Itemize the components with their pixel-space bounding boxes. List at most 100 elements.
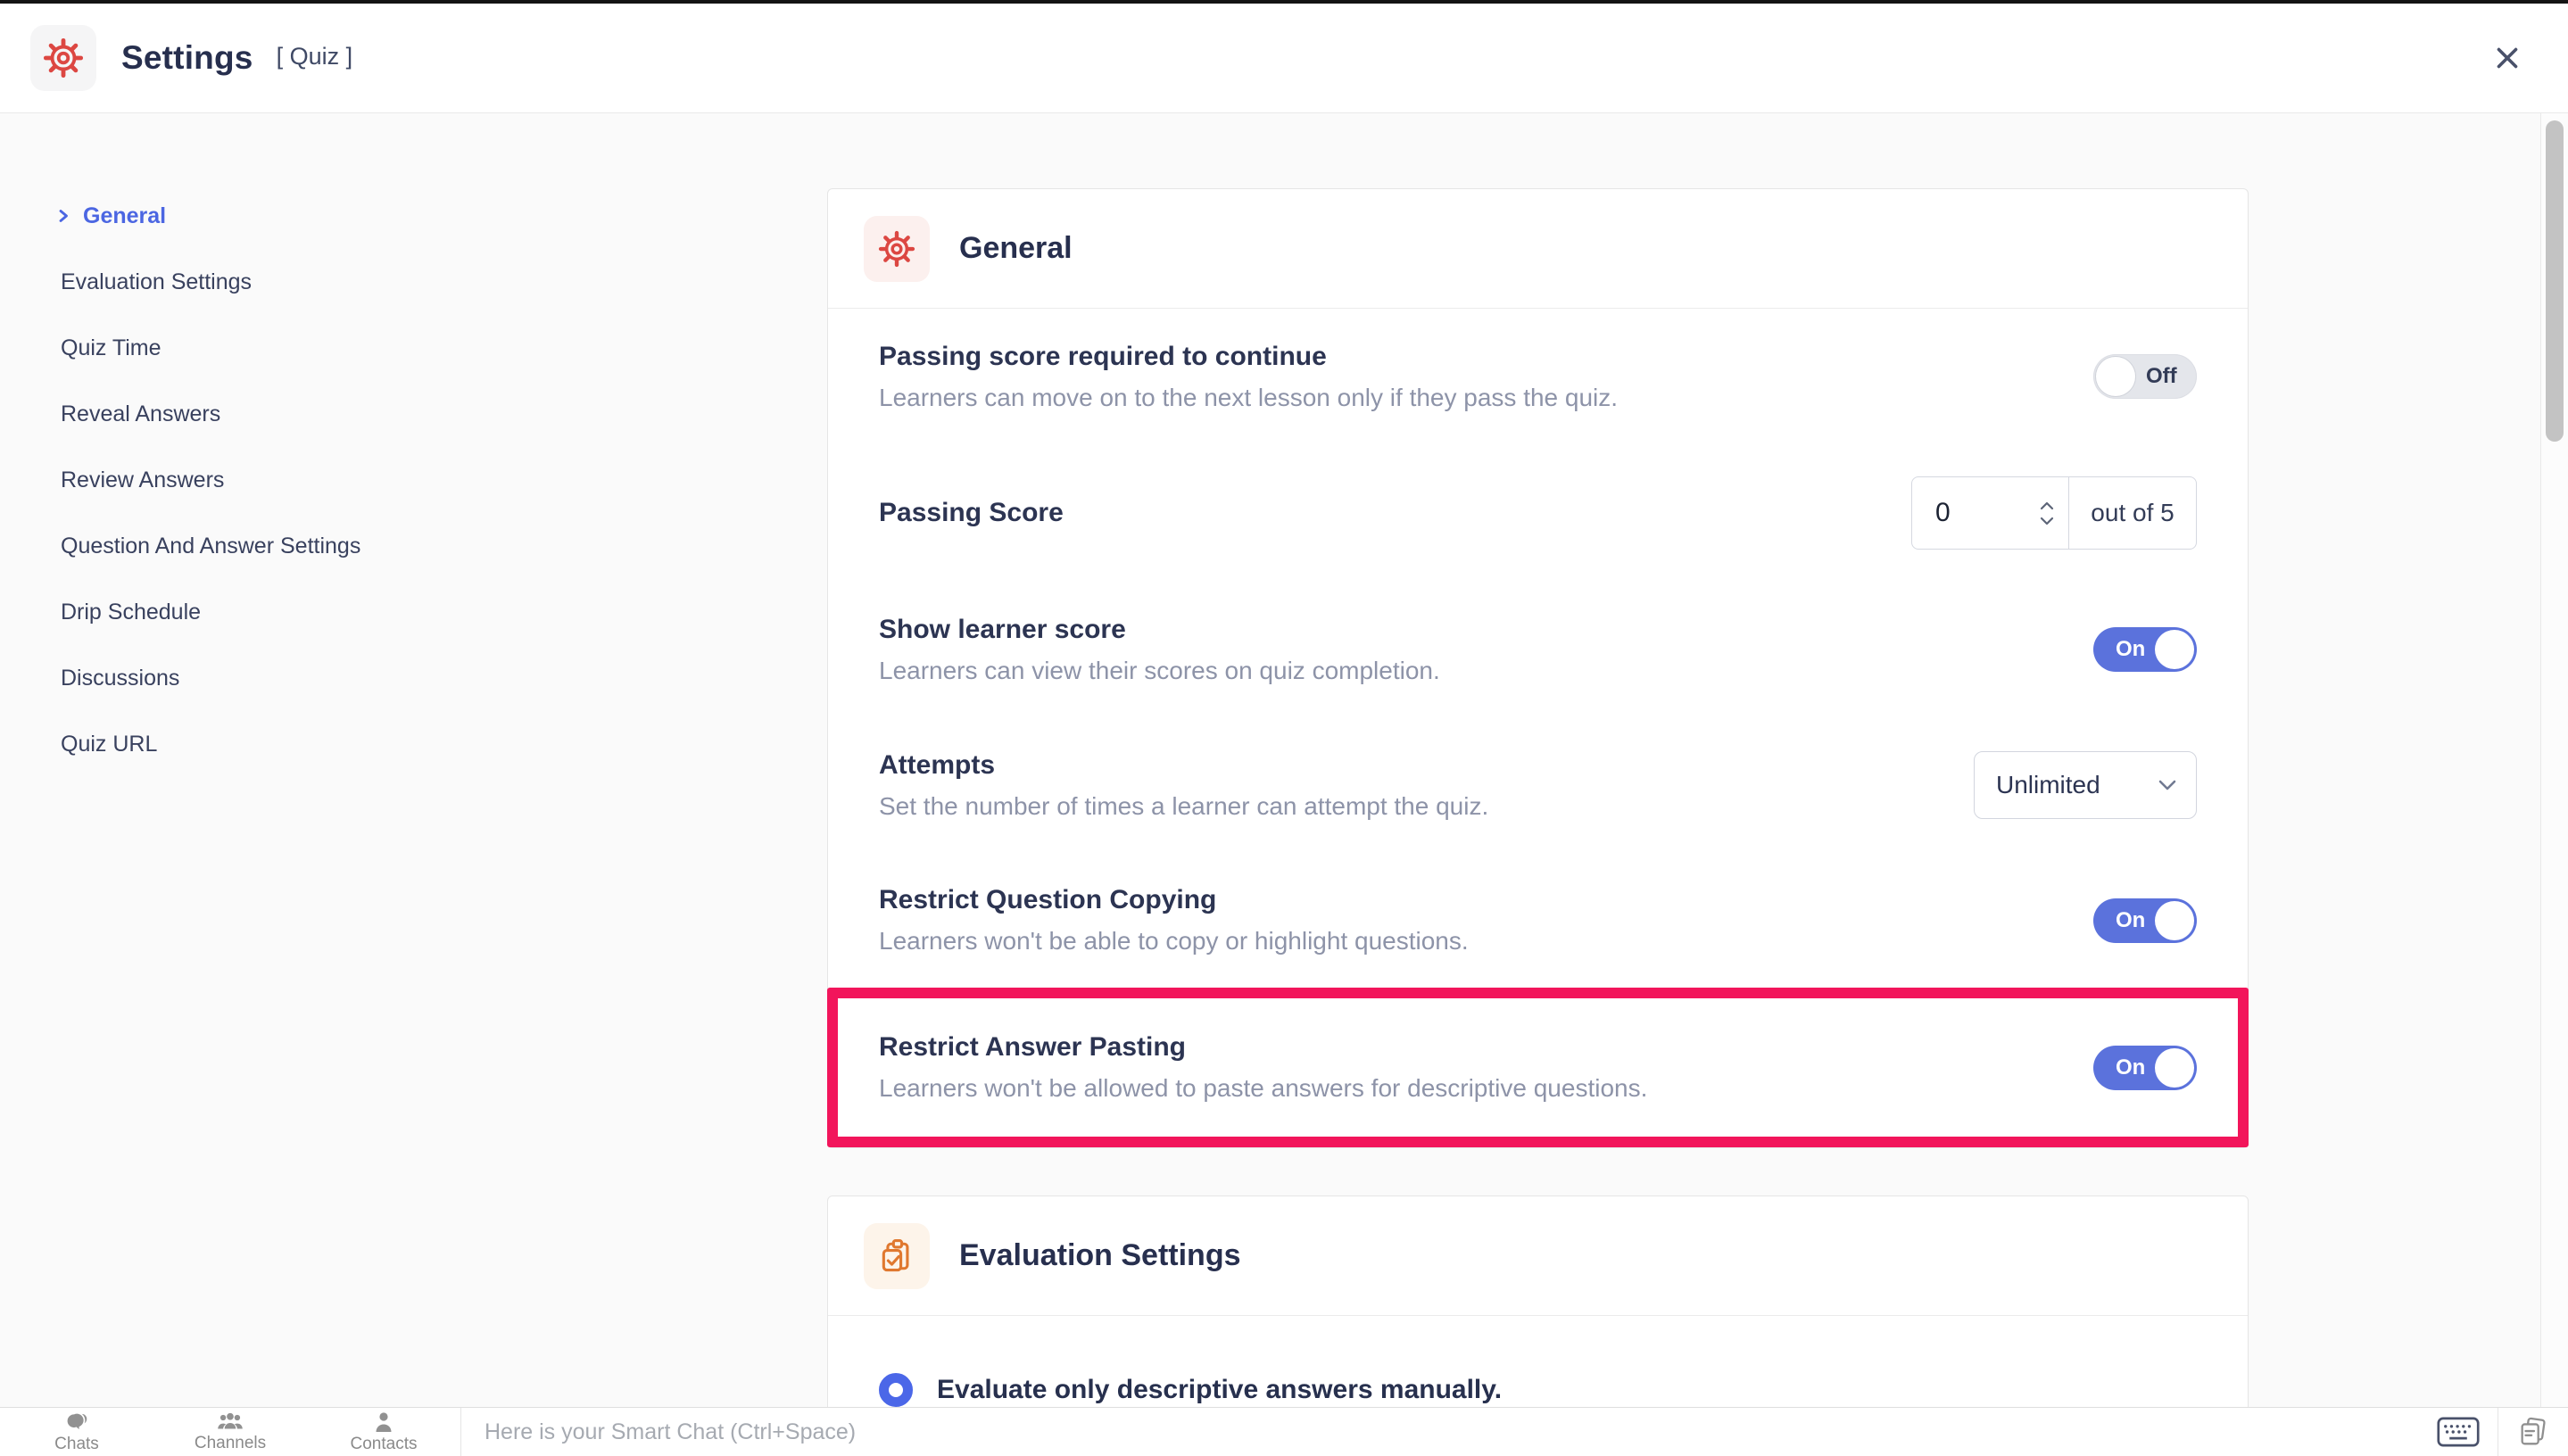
sidebar-item-general[interactable]: General — [55, 183, 827, 249]
evaluation-section-card: Evaluation Settings Evaluate only descri… — [827, 1195, 2249, 1407]
passing-score-control: 0 out of 5 — [1911, 476, 2197, 550]
smart-chat-input[interactable] — [485, 1419, 2323, 1445]
settings-icon-box — [30, 25, 96, 91]
recent-chats-button[interactable] — [2498, 1408, 2568, 1456]
setting-subtitle: Learners won't be allowed to paste answe… — [879, 1074, 1647, 1103]
page-title: Settings — [121, 39, 253, 77]
sidebar-item-quiz-time[interactable]: Quiz Time — [55, 315, 827, 381]
restrict-question-copying-toggle[interactable]: On — [2093, 898, 2197, 943]
passing-score-input[interactable]: 0 — [1912, 477, 2069, 549]
chat-bar-actions — [2419, 1408, 2568, 1456]
gear-icon — [878, 230, 915, 268]
evaluation-icon-box — [864, 1223, 930, 1289]
evaluation-option-label: Evaluate only descriptive answers manual… — [937, 1375, 1502, 1405]
setting-title: Show learner score — [879, 615, 1440, 645]
setting-subtitle: Learners can move on to the next lesson … — [879, 384, 1618, 412]
show-learner-score-toggle[interactable]: On — [2093, 627, 2197, 672]
setting-subtitle: Learners won't be able to copy or highli… — [879, 927, 1469, 956]
tab-channels[interactable]: Channels — [153, 1408, 307, 1456]
setting-title: Attempts — [879, 750, 1488, 781]
close-button[interactable] — [2488, 38, 2527, 78]
toggle-state-label: Off — [2146, 364, 2177, 389]
general-icon-box — [864, 216, 930, 282]
passing-required-toggle[interactable]: Off — [2093, 354, 2197, 399]
toggle-knob — [2155, 1048, 2194, 1088]
gear-icon — [43, 37, 84, 79]
people-group-icon — [217, 1411, 244, 1433]
toggle-state-label: On — [2116, 637, 2145, 662]
keyboard-icon — [2437, 1417, 2480, 1447]
sidebar-item-reveal-answers[interactable]: Reveal Answers — [55, 381, 827, 447]
sidebar-item-label: Quiz Time — [55, 335, 162, 361]
setting-title: Restrict Question Copying — [879, 885, 1469, 915]
setting-row-attempts: Attempts Set the number of times a learn… — [828, 717, 2248, 853]
scrollbar-thumb[interactable] — [2546, 120, 2564, 442]
setting-title: Passing Score — [879, 498, 1064, 528]
sidebar-item-label: Drip Schedule — [55, 600, 201, 625]
toggle-knob — [2096, 357, 2135, 396]
tab-label: Contacts — [351, 1435, 418, 1454]
toggle-knob — [2155, 630, 2194, 669]
setting-row-show-learner-score: Show learner score Learners can view the… — [828, 582, 2248, 717]
evaluation-option-row: Evaluate only descriptive answers manual… — [828, 1316, 2248, 1407]
chat-tabs: Chats Channels Contacts — [0, 1408, 461, 1456]
sidebar-item-label: Discussions — [55, 666, 179, 691]
sidebar-item-discussions[interactable]: Discussions — [55, 645, 827, 711]
sidebar-item-label: General — [83, 203, 166, 229]
toggle-knob — [2155, 901, 2194, 940]
close-icon — [2491, 42, 2523, 74]
setting-row-restrict-question-copying: Restrict Question Copying Learners won't… — [828, 853, 2248, 988]
sidebar-item-label: Quiz URL — [55, 732, 157, 757]
copy-pages-icon — [2516, 1415, 2550, 1449]
section-title: General — [959, 231, 1073, 266]
keyboard-shortcuts-button[interactable] — [2419, 1408, 2498, 1456]
section-title: Evaluation Settings — [959, 1238, 1241, 1273]
settings-nav: General Evaluation Settings Quiz Time Re… — [0, 113, 827, 1407]
tab-contacts[interactable]: Contacts — [307, 1408, 460, 1456]
person-icon — [373, 1410, 394, 1434]
general-section-card: General Passing score required to contin… — [827, 188, 2249, 1148]
setting-row-passing-required: Passing score required to continue Learn… — [828, 309, 2248, 444]
sidebar-item-label: Review Answers — [55, 467, 224, 493]
settings-content: General Passing score required to contin… — [827, 113, 2249, 1407]
attempts-selected-value: Unlimited — [1996, 771, 2100, 799]
modal-header: Settings [ Quiz ] — [0, 4, 2568, 113]
attempts-dropdown[interactable]: Unlimited — [1974, 751, 2197, 819]
setting-subtitle: Learners can view their scores on quiz c… — [879, 657, 1440, 685]
smart-chat-bar: Chats Channels Contacts — [0, 1407, 2568, 1456]
sidebar-item-label: Question And Answer Settings — [55, 534, 360, 559]
clipboard-check-icon — [877, 1237, 916, 1276]
passing-score-value: 0 — [1935, 498, 1951, 528]
setting-row-passing-score: Passing Score 0 out of 5 — [828, 444, 2248, 582]
settings-body: General Evaluation Settings Quiz Time Re… — [0, 113, 2568, 1407]
restrict-answer-pasting-toggle[interactable]: On — [2093, 1046, 2197, 1090]
settings-modal: Settings [ Quiz ] General Evaluation Set… — [0, 0, 2568, 1456]
radio-selected-icon[interactable] — [879, 1373, 913, 1407]
quiz-context-label: [ Quiz ] — [277, 43, 353, 70]
evaluation-section-header: Evaluation Settings — [828, 1196, 2248, 1316]
vertical-scrollbar[interactable] — [2540, 113, 2568, 1407]
setting-title: Restrict Answer Pasting — [879, 1032, 1647, 1063]
toggle-state-label: On — [2116, 1055, 2145, 1080]
smart-chat-input-area — [461, 1408, 2419, 1456]
setting-title: Passing score required to continue — [879, 342, 1618, 372]
sidebar-item-quiz-url[interactable]: Quiz URL — [55, 711, 827, 777]
sidebar-item-evaluation-settings[interactable]: Evaluation Settings — [55, 249, 827, 315]
setting-subtitle: Set the number of times a learner can at… — [879, 792, 1488, 821]
sidebar-item-label: Reveal Answers — [55, 401, 220, 427]
tab-label: Channels — [195, 1434, 266, 1453]
sidebar-item-question-answer-settings[interactable]: Question And Answer Settings — [55, 513, 827, 579]
sidebar-item-drip-schedule[interactable]: Drip Schedule — [55, 579, 827, 645]
tab-chats[interactable]: Chats — [0, 1408, 153, 1456]
chat-bubbles-icon — [65, 1410, 88, 1434]
chevron-down-icon — [2158, 780, 2176, 790]
general-section-header: General — [828, 189, 2248, 309]
sidebar-item-review-answers[interactable]: Review Answers — [55, 447, 827, 513]
stepper-up-icon[interactable] — [2040, 501, 2054, 510]
passing-score-max-label: out of 5 — [2069, 477, 2196, 549]
stepper-down-icon[interactable] — [2040, 517, 2054, 525]
setting-row-restrict-answer-pasting: Restrict Answer Pasting Learners won't b… — [827, 988, 2249, 1147]
chevron-right-icon — [55, 208, 71, 224]
toggle-state-label: On — [2116, 908, 2145, 933]
sidebar-item-label: Evaluation Settings — [55, 269, 252, 295]
